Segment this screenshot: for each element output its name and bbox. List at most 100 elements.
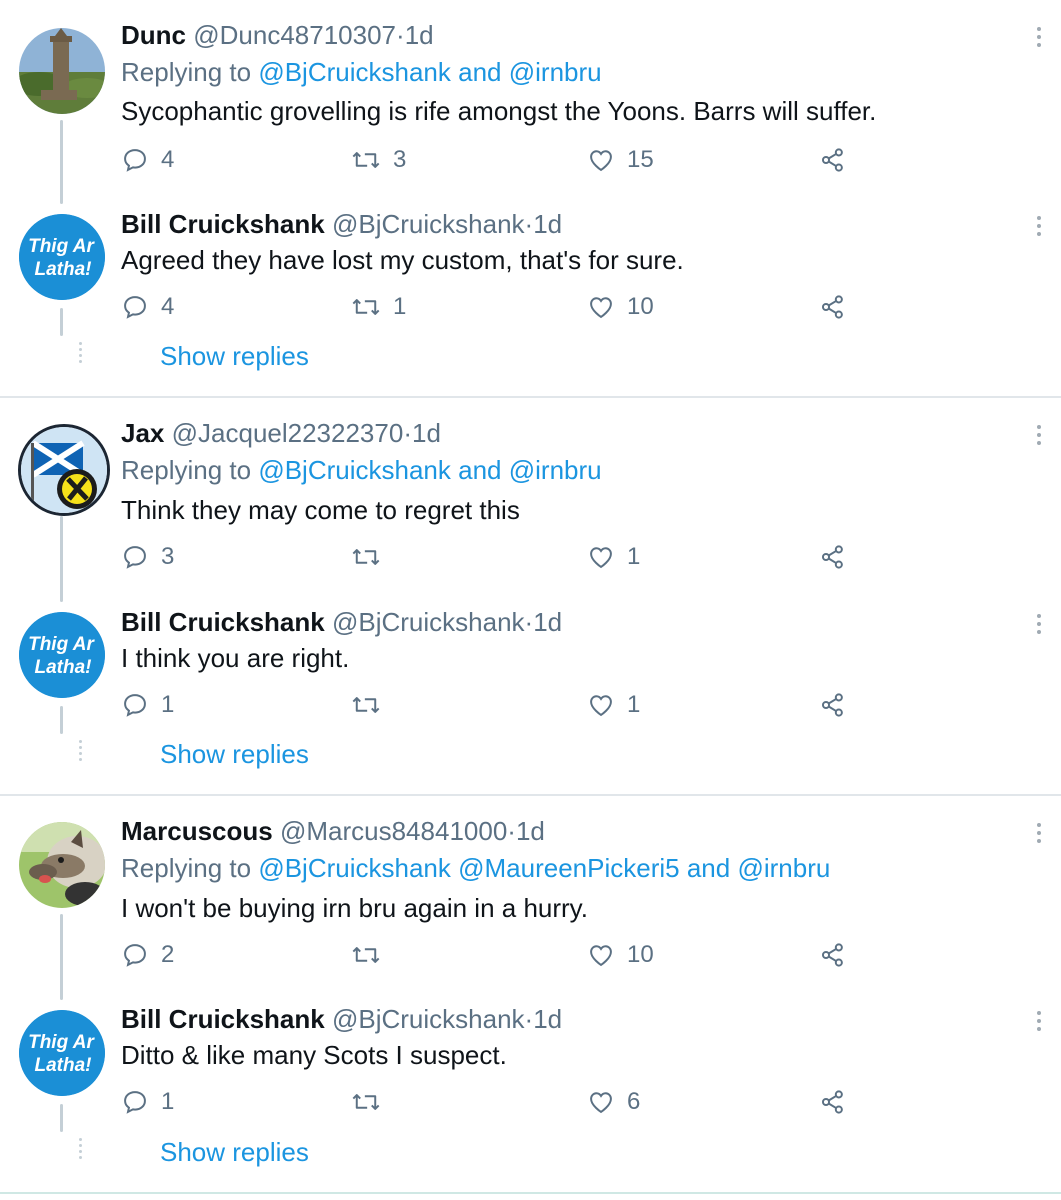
thread-connector [60,308,63,336]
like-button[interactable]: 1 [587,689,640,721]
like-button[interactable]: 15 [587,144,654,176]
mention-link[interactable]: @irnbru [509,455,602,485]
timestamp[interactable]: 1d [405,20,434,50]
user-handle[interactable]: @BjCruickshank [332,209,525,239]
share-icon [821,148,843,172]
display-name[interactable]: Dunc [121,20,186,50]
share-button[interactable] [819,144,847,176]
like-button[interactable]: 6 [587,1086,640,1118]
thread-2: Jax @Jacquel22322370·1d Replying to @BjC… [0,398,1061,794]
show-replies-link[interactable]: Show replies [160,341,309,372]
tweet-text: I think you are right. [121,643,350,673]
like-icon [590,1092,612,1114]
like-icon [590,150,612,172]
share-button[interactable] [819,689,847,721]
more-options-icon[interactable] [1034,25,1044,51]
mention-conjunction: and [458,455,502,485]
share-button[interactable] [819,541,847,573]
more-options-icon[interactable] [1034,214,1044,240]
display-name[interactable]: Bill Cruickshank [121,1004,325,1034]
share-icon [821,693,843,717]
avatar-dog-photo[interactable] [19,822,105,908]
more-options-icon[interactable] [1034,1009,1044,1035]
reply-icon [124,694,146,717]
like-button[interactable]: 10 [587,939,654,971]
replying-prefix: Replying to [121,853,252,883]
share-button[interactable] [819,291,847,323]
share-icon [821,295,843,319]
separator-dot: · [524,607,534,637]
more-options-icon[interactable] [1034,612,1044,638]
retweet-icon [352,1094,380,1110]
like-button[interactable]: 10 [587,291,654,323]
more-options-icon[interactable] [1034,423,1044,449]
mention-link[interactable]: @BjCruickshank [258,57,451,87]
reply-count: 3 [161,543,175,570]
share-icon [821,943,843,967]
retweet-button[interactable] [351,939,393,971]
reply-button[interactable]: 2 [121,939,174,971]
timestamp[interactable]: 1d [412,418,441,448]
mention-link[interactable]: @irnbru [509,57,602,87]
tweet-header: Bill Cruickshank @BjCruickshank·1d [121,607,562,638]
replying-prefix: Replying to [121,455,252,485]
like-icon [590,945,612,967]
retweet-icon [352,549,380,565]
show-replies-link[interactable]: Show replies [160,739,309,770]
user-handle[interactable]: @Jacquel22322370 [172,418,404,448]
retweet-count: 3 [393,146,407,173]
timestamp[interactable]: 1d [533,1004,562,1034]
separator-dot: · [524,209,534,239]
display-name[interactable]: Bill Cruickshank [121,607,325,637]
like-count: 6 [627,1088,641,1115]
tweet-actions: 4 1 10 [121,291,861,323]
reply-button[interactable]: 3 [121,541,174,573]
retweet-button[interactable] [351,541,393,573]
avatar-monument[interactable] [19,28,105,114]
avatar-text: Latha! [35,259,92,280]
reply-button[interactable]: 1 [121,1086,174,1118]
avatar-text: Thig Ar [28,1032,95,1053]
retweet-button[interactable]: 3 [351,144,406,176]
mention-link[interactable]: @MaureenPickeri5 [458,853,679,883]
user-handle[interactable]: @BjCruickshank [332,607,525,637]
display-name[interactable]: Jax [121,418,164,448]
reply-icon [124,296,146,319]
avatar-thig-ar-latha[interactable]: Thig Ar Latha! [19,1010,105,1096]
share-button[interactable] [819,1086,847,1118]
replying-to: Replying to @BjCruickshank @MaureenPicke… [121,853,830,884]
timestamp[interactable]: 1d [533,607,562,637]
retweet-button[interactable] [351,689,393,721]
mention-link[interactable]: @BjCruickshank [258,853,451,883]
thread-connector [60,914,63,1000]
mention-link[interactable]: @irnbru [737,853,830,883]
mention-link[interactable]: @BjCruickshank [258,455,451,485]
user-handle[interactable]: @Marcus84841000 [280,816,507,846]
more-options-icon[interactable] [1034,821,1044,847]
reply-button[interactable]: 4 [121,144,174,176]
show-replies-link[interactable]: Show replies [160,1137,309,1168]
display-name[interactable]: Marcuscous [121,816,273,846]
user-handle[interactable]: @Dunc48710307 [193,20,396,50]
retweet-button[interactable]: 1 [351,291,406,323]
avatar-thig-ar-latha[interactable]: Thig Ar Latha! [19,612,105,698]
avatar-thig-ar-latha[interactable]: Thig Ar Latha! [19,214,105,300]
reply-icon [124,546,146,569]
timestamp[interactable]: 1d [516,816,545,846]
thread-divider [0,1192,1061,1194]
reply-count: 4 [161,146,175,173]
tweet-text: Think they may come to regret this [121,495,520,525]
avatar-saltire-logo[interactable] [18,424,110,516]
reply-button[interactable]: 1 [121,689,174,721]
thread-1: Dunc @Dunc48710307·1d Replying to @BjCru… [0,0,1061,396]
like-button[interactable]: 1 [587,541,640,573]
retweet-button[interactable] [351,1086,393,1118]
share-button[interactable] [819,939,847,971]
tweet-header: Bill Cruickshank @BjCruickshank·1d [121,1004,562,1035]
timestamp[interactable]: 1d [533,209,562,239]
user-handle[interactable]: @BjCruickshank [332,1004,525,1034]
reply-count: 4 [161,293,175,320]
reply-button[interactable]: 4 [121,291,174,323]
display-name[interactable]: Bill Cruickshank [121,209,325,239]
avatar-text: Latha! [35,657,92,678]
